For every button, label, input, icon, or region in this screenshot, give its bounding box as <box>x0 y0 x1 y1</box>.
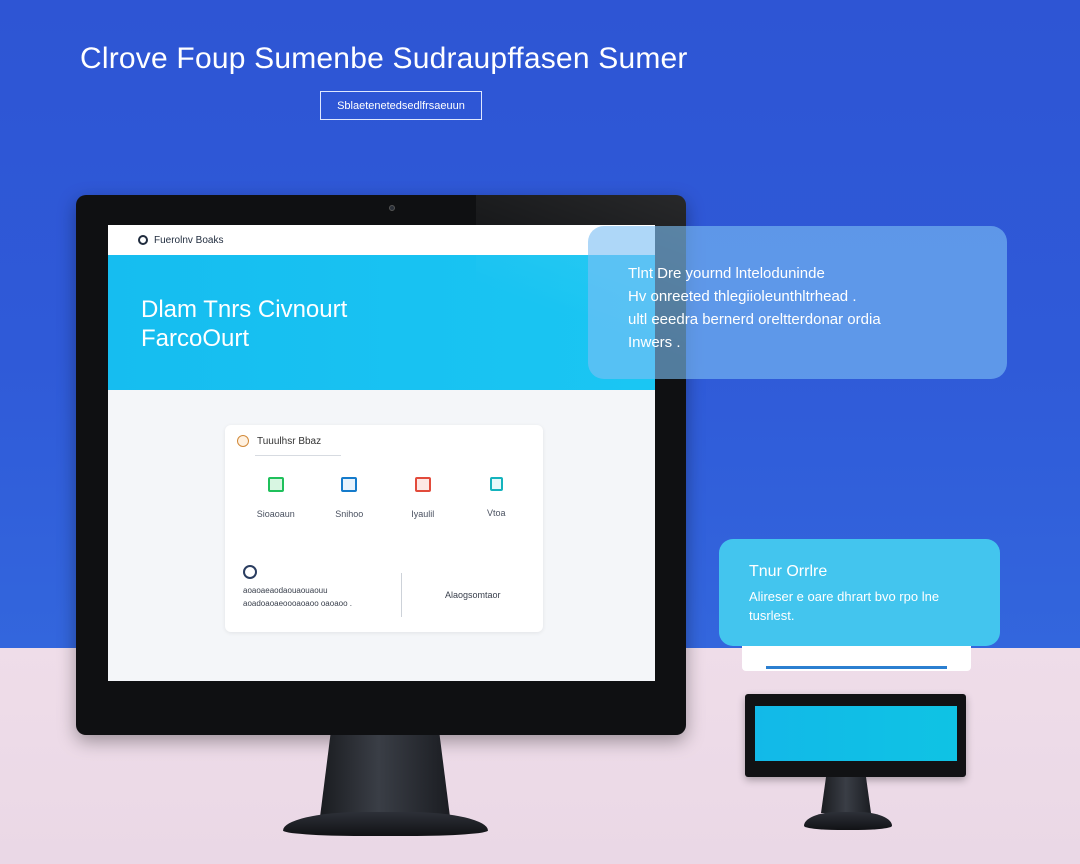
info-divider <box>401 573 402 617</box>
clock-icon <box>237 435 249 447</box>
webcam-icon <box>389 205 395 211</box>
card-header-label: Tuuulhsr Bbaz <box>257 435 322 447</box>
hero-title: Dlam Tnrs Civnourt FarcoOurt <box>141 295 347 353</box>
document-icon <box>489 477 503 491</box>
features-card: Tuuulhsr Bbaz Sioaoaun Snihoo Iyaulil Vt… <box>225 425 543 632</box>
app-logo-icon <box>138 235 148 245</box>
feature-tiles: Sioaoaun Snihoo Iyaulil Vtoa <box>239 477 533 519</box>
tile-chat[interactable]: Sioaoaun <box>239 477 313 519</box>
callout-secondary-body-line-1: Alireser e oare dhrart bvo rpo lne <box>749 589 940 604</box>
callout-main-line-3: ultl eeedra bernerd oreltterdonar ordia <box>628 311 881 328</box>
calendar-icon <box>414 477 431 492</box>
hero-title-line-1: Dlam Tnrs Civnourt <box>141 296 348 323</box>
tile-folder[interactable]: Snihoo <box>313 477 387 519</box>
tile-label: Vtoa <box>486 508 506 518</box>
tile-label: Snihoo <box>335 509 364 519</box>
info-action-link[interactable]: Alaogsomtaor <box>445 590 501 600</box>
small-monitor <box>745 694 966 777</box>
callout-main-line-2: Hv onreeted thlegiioleunthltrhead . <box>628 288 857 305</box>
headline-tag-button[interactable]: Sblaetenetedsedlfrsaeuun <box>320 91 482 120</box>
hero-banner: Dlam Tnrs Civnourt FarcoOurt <box>108 255 655 390</box>
tile-document[interactable]: Vtoa <box>460 477 534 519</box>
callout-main-line-1: Tlnt Dre yournd lnteloduninde <box>628 265 825 282</box>
info-line-1: aoaoaeaodaouaouaouu <box>243 586 328 595</box>
info-block: aoaoaeaodaouaouaouu aoadoaoaeoooaoaoo oa… <box>243 565 393 610</box>
monitor-stand-neck <box>320 735 450 817</box>
card-header: Tuuulhsr Bbaz <box>237 435 321 447</box>
info-line-2: aoadoaoaeoooaoaoo oaoaoo . <box>243 599 352 608</box>
callout-main-line-4: Inwers . <box>628 334 681 351</box>
hero-title-line-2: FarcoOurt <box>141 325 250 352</box>
callout-secondary-title: Tnur Orrlre <box>749 563 828 580</box>
tile-label: Sioaoaun <box>256 509 295 519</box>
tile-label: Iyaulil <box>411 509 435 519</box>
card-divider <box>255 455 341 456</box>
callout-secondary-accent-line <box>766 666 947 669</box>
small-monitor-stand-base <box>804 812 892 830</box>
info-icon <box>243 565 257 579</box>
small-monitor-stand-neck <box>821 777 871 813</box>
callout-main: Tlnt Dre yournd lnteloduninde Hv onreete… <box>588 226 1007 379</box>
app-header: Fuerolnv Boaks <box>108 225 655 255</box>
callout-secondary: Tnur Orrlre Alireser e oare dhrart bvo r… <box>719 539 1000 646</box>
app-name[interactable]: Fuerolnv Boaks <box>154 235 223 246</box>
tile-calendar[interactable]: Iyaulil <box>386 477 460 519</box>
page-headline: Clrove Foup Sumenbe Sudraupffasen Sumer <box>80 42 688 75</box>
small-monitor-screen <box>755 706 957 761</box>
chat-icon <box>267 477 284 492</box>
folder-icon <box>341 477 358 492</box>
monitor-screen: Fuerolnv Boaks Dlam Tnrs Civnourt FarcoO… <box>108 225 655 681</box>
monitor-stand-base <box>283 812 488 836</box>
callout-secondary-body-line-2: tusrlest. <box>749 608 795 623</box>
